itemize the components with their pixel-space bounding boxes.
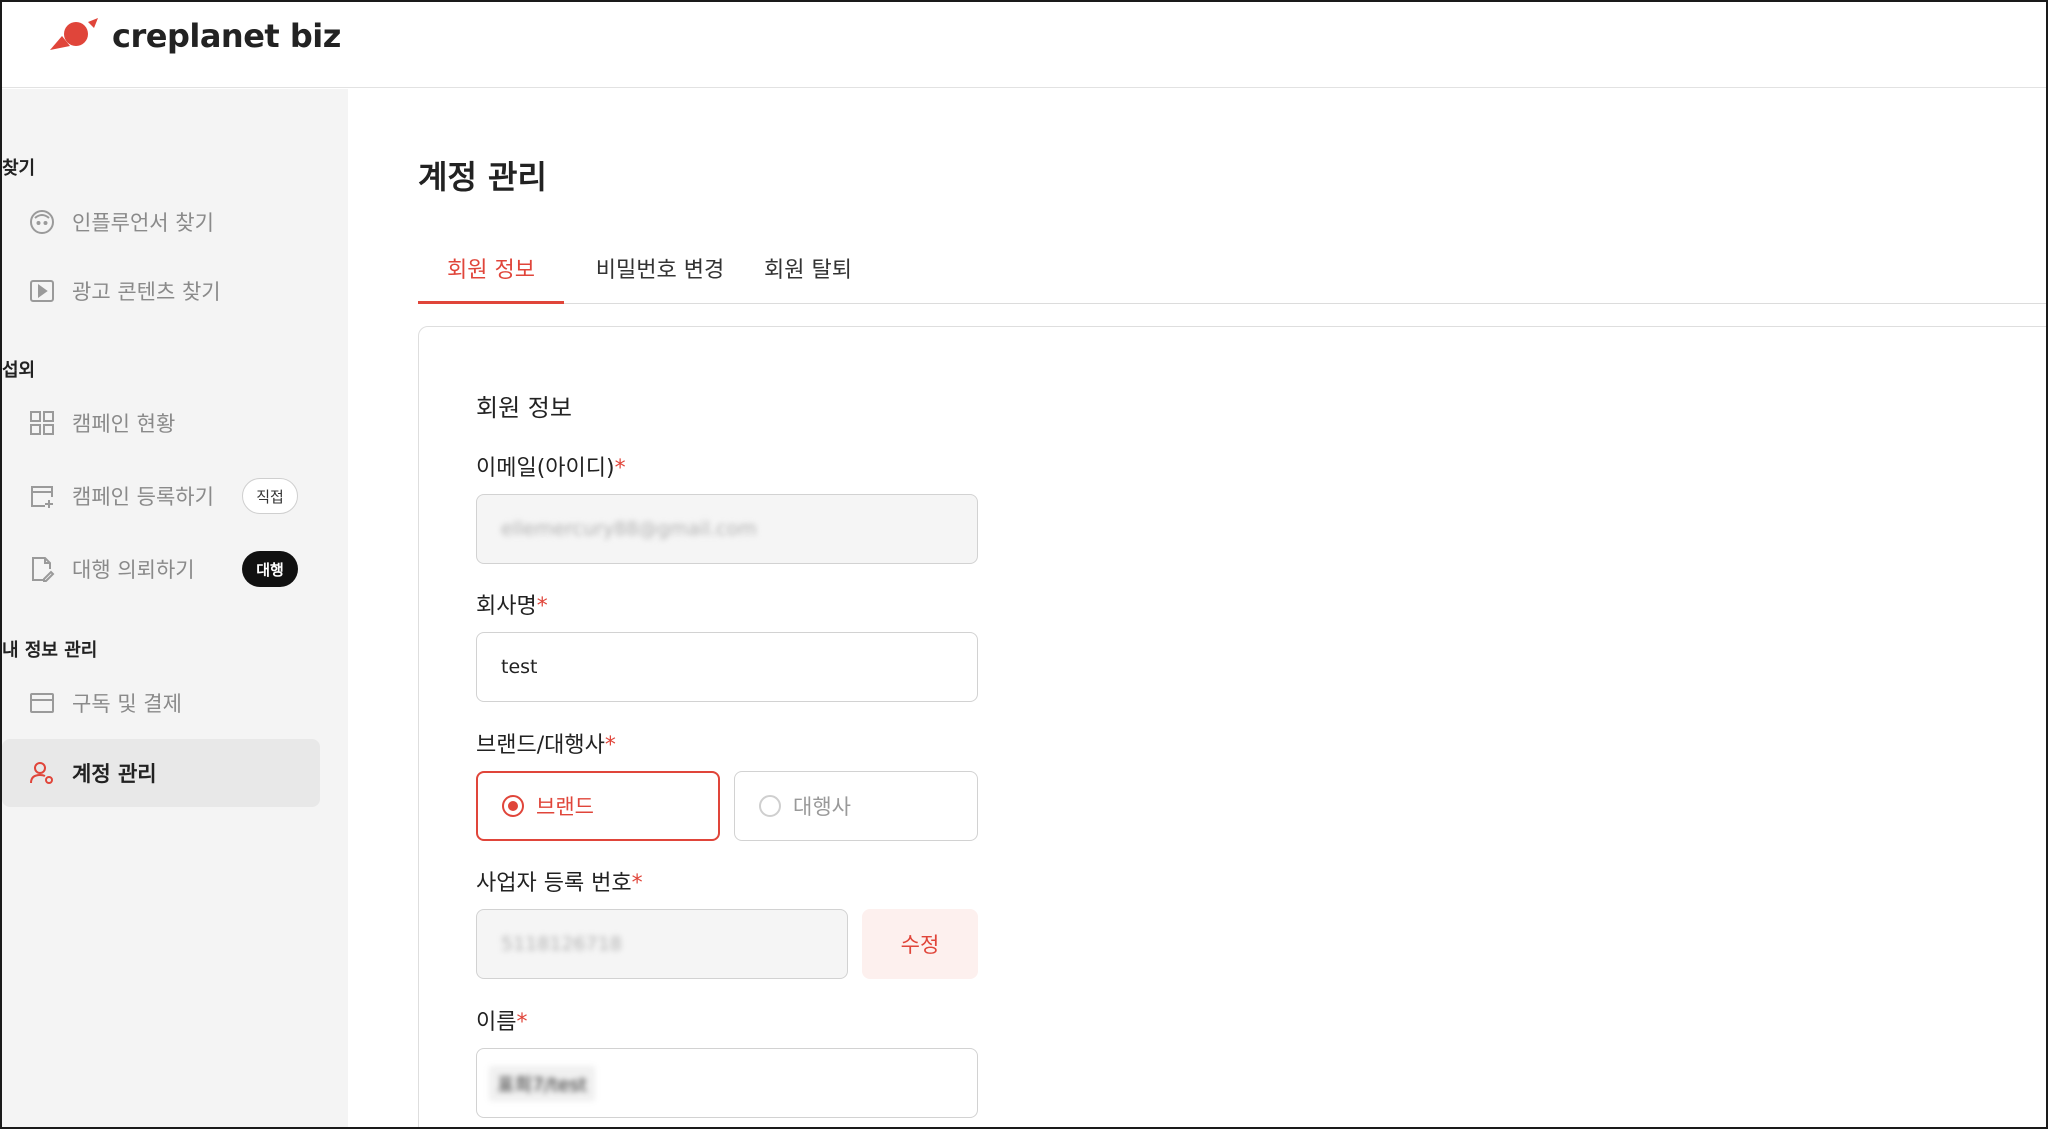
tab-bar: 회원 정보 비밀번호 변경 회원 탈퇴 <box>418 246 2046 304</box>
agency-badge: 대행 <box>242 551 298 587</box>
required-mark: * <box>614 456 626 481</box>
direct-badge: 직접 <box>242 478 298 514</box>
sidebar-item-label: 구독 및 결제 <box>72 692 182 716</box>
company-value: test <box>501 656 538 678</box>
required-mark: * <box>631 871 643 896</box>
biz-number-label: 사업자 등록 번호* <box>476 865 643 897</box>
face-icon <box>28 208 56 236</box>
required-mark: * <box>604 733 616 758</box>
sidebar-item-campaign-register[interactable]: 캠페인 등록하기 직접 <box>2 462 320 530</box>
app-window: creplanet biz 찾기 인플루언서 찾기 광고 콘텐츠 찾기 섭외 캠… <box>0 0 2048 1129</box>
sidebar-item-label: 계정 관리 <box>72 762 157 786</box>
brand-logo[interactable]: creplanet biz <box>48 16 341 56</box>
radio-checked-icon <box>502 795 524 817</box>
sidebar-section-my-info: 내 정보 관리 <box>2 640 98 661</box>
add-calendar-icon <box>28 482 56 510</box>
biz-number-value: 5118126718 <box>501 933 622 955</box>
company-name-field[interactable]: test <box>476 632 978 702</box>
brand-type-label-text: 브랜드/대행사 <box>476 733 605 758</box>
document-edit-icon <box>28 555 56 583</box>
edit-biz-number-button[interactable]: 수정 <box>862 909 978 979</box>
email-label: 이메일(아이디)* <box>476 450 626 482</box>
top-bar: creplanet biz <box>2 2 2046 88</box>
brand-radio-option[interactable]: 브랜드 <box>476 771 720 841</box>
grid-icon <box>28 409 56 437</box>
tab-change-password[interactable]: 비밀번호 변경 <box>586 246 734 304</box>
biz-number-label-text: 사업자 등록 번호 <box>476 871 632 896</box>
sidebar-item-label: 캠페인 현황 <box>72 412 176 436</box>
tab-withdraw[interactable]: 회원 탈퇴 <box>756 246 860 304</box>
company-label-text: 회사명 <box>476 594 537 619</box>
agency-option-label: 대행사 <box>793 795 851 819</box>
name-label-text: 이름 <box>476 1010 517 1035</box>
sidebar-item-agency-request[interactable]: 대행 의뢰하기 대행 <box>2 535 320 603</box>
play-square-icon <box>28 277 56 305</box>
card-title: 회원 정보 <box>476 394 572 422</box>
sidebar-section-casting: 섭외 <box>2 360 36 381</box>
name-field[interactable]: 표희7/test <box>476 1048 978 1118</box>
sidebar-item-ad-content-search[interactable]: 광고 콘텐츠 찾기 <box>2 257 320 325</box>
planet-logo-icon <box>48 16 100 56</box>
sidebar-item-label: 캠페인 등록하기 <box>72 485 214 509</box>
sidebar-item-influencer-search[interactable]: 인플루언서 찾기 <box>2 188 320 256</box>
sidebar-item-label: 인플루언서 찾기 <box>72 211 214 235</box>
brand-name: creplanet biz <box>112 17 341 55</box>
name-value: 표희7/test <box>489 1065 595 1101</box>
tab-member-info[interactable]: 회원 정보 <box>418 246 564 304</box>
sidebar-item-campaign-status[interactable]: 캠페인 현황 <box>2 389 320 457</box>
sidebar-section-find: 찾기 <box>2 158 36 179</box>
required-mark: * <box>516 1010 528 1035</box>
sidebar-item-account-management[interactable]: 계정 관리 <box>2 739 320 807</box>
radio-unchecked-icon <box>759 795 781 817</box>
company-label: 회사명* <box>476 588 548 620</box>
sidebar-item-label: 광고 콘텐츠 찾기 <box>72 280 221 304</box>
user-settings-icon <box>28 759 56 787</box>
agency-radio-option[interactable]: 대행사 <box>734 771 978 841</box>
sidebar-item-subscription-payment[interactable]: 구독 및 결제 <box>2 669 320 737</box>
name-label: 이름* <box>476 1004 527 1036</box>
email-field: ellemercury88@gmail.com <box>476 494 978 564</box>
member-info-card <box>418 326 2046 1127</box>
page-title: 계정 관리 <box>418 158 547 196</box>
sidebar-item-label: 대행 의뢰하기 <box>72 558 195 582</box>
biz-number-field: 5118126718 <box>476 909 848 979</box>
brand-type-label: 브랜드/대행사* <box>476 727 616 759</box>
brand-option-label: 브랜드 <box>536 795 594 819</box>
card-icon <box>28 689 56 717</box>
email-label-text: 이메일(아이디) <box>476 456 615 481</box>
sidebar: 찾기 인플루언서 찾기 광고 콘텐츠 찾기 섭외 캠페인 현황 캠페인 등록하기… <box>2 89 348 1127</box>
required-mark: * <box>536 594 548 619</box>
email-value: ellemercury88@gmail.com <box>501 518 757 540</box>
